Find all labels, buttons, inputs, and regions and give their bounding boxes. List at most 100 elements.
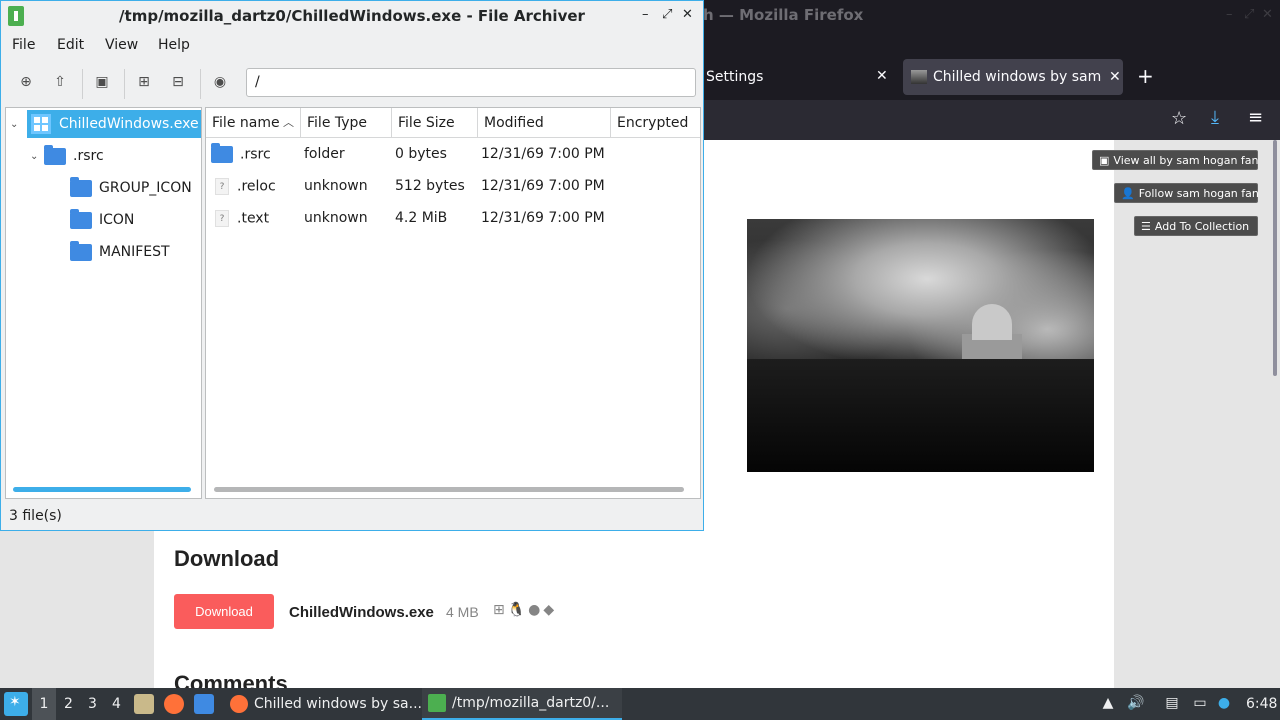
download-button[interactable]: Download [174,594,274,629]
toolbar-separator [200,69,201,99]
download-size: 4 MB [446,604,479,620]
maximize-icon[interactable]: ⤢ [662,7,672,22]
workspace-3[interactable]: 3 [88,696,97,712]
sort-ascending-icon: ︿ [283,116,294,129]
add-folder-icon[interactable]: ⊟ [170,74,186,90]
game-screenshot-image[interactable] [747,219,1094,472]
tab-label: Settings [706,69,764,85]
firefox-window-title: h — Mozilla Firefox [703,6,864,24]
maximize-icon[interactable]: ⤢ [1244,7,1254,22]
list-horizontal-scrollbar[interactable] [214,487,684,492]
column-file-type[interactable]: File Type [301,108,392,138]
download-heading: Download [174,546,280,571]
bookmark-star-icon[interactable]: ☆ [1171,108,1187,129]
tree-item-rsrc[interactable]: ⌄ .rsrc [30,142,104,170]
folder-icon [70,240,92,261]
minimize-icon[interactable]: – [642,7,649,22]
close-tab-icon[interactable]: ✕ [876,68,888,84]
folder-tree: ⌄ ChilledWindows.exe ⌄ .rsrc GROUP_ICON … [5,107,202,499]
folder-icon [44,144,66,165]
workspace-4[interactable]: 4 [112,696,121,712]
cell-modified: 12/31/69 7:00 PM [481,210,605,226]
follow-label: Follow sam hogan fan [1138,186,1259,200]
menu-view[interactable]: View [105,37,138,53]
add-file-icon[interactable]: ⊞ [136,74,152,90]
network-icon[interactable]: ▭ [1191,694,1209,712]
new-tab-icon[interactable]: + [1137,64,1154,88]
firefox-launcher-icon[interactable] [164,694,184,714]
close-icon[interactable]: ✕ [682,7,693,22]
page-scrollbar[interactable] [1270,140,1280,380]
linux-icon: 🐧 [507,602,529,618]
start-menu-icon[interactable] [4,692,28,716]
volume-icon[interactable]: 🔊 [1127,694,1145,712]
table-row[interactable]: .rsrc folder 0 bytes 12/31/69 7:00 PM [206,139,700,171]
cell-name: ? .text [215,210,269,227]
tree-item-group-icon[interactable]: GROUP_ICON [70,174,192,202]
tray-expand-icon[interactable]: ▲ [1099,694,1117,712]
file-manager-launcher-icon[interactable] [134,694,154,714]
cell-type: unknown [304,210,368,226]
platform-icons: ⊞🐧●◆ [493,602,557,618]
apple-icon: ● [528,602,544,618]
column-label: File name [212,115,280,131]
menu-help[interactable]: Help [158,37,190,53]
close-tab-icon[interactable]: ✕ [1109,69,1121,85]
row-name-text: .reloc [237,178,276,195]
tree-item-label: MANIFEST [99,244,170,260]
folder-icon [211,143,233,163]
add-to-collection-button[interactable]: ☰ Add To Collection [1134,216,1258,236]
tree-item-icon[interactable]: ICON [70,206,134,234]
clipboard-icon[interactable]: ▤ [1163,694,1181,712]
menu-edit[interactable]: Edit [57,37,84,53]
hamburger-menu-icon[interactable]: ≡ [1248,107,1263,128]
collapse-arrow-icon[interactable]: ⌄ [30,151,44,162]
path-input[interactable]: / [246,68,696,97]
tab-chilled-windows[interactable]: Chilled windows by sam h ✕ [903,59,1123,95]
task-label: Chilled windows by sa... [254,696,422,712]
tab-settings[interactable]: Settings ✕ [706,59,896,95]
cell-name: ? .reloc [215,178,276,195]
menu-file[interactable]: File [12,37,35,53]
column-encrypted[interactable]: Encrypted [611,108,700,138]
tree-horizontal-scrollbar[interactable] [13,487,191,492]
column-file-name[interactable]: File name ︿ [206,108,301,138]
task-file-archiver[interactable]: /tmp/mozilla_dartz0/... [422,688,622,720]
workspace-2[interactable]: 2 [64,696,73,712]
tree-item-manifest[interactable]: MANIFEST [70,238,170,266]
archiver-titlebar[interactable]: /tmp/mozilla_dartz0/ChilledWindows.exe -… [1,1,703,31]
android-icon: ◆ [543,602,558,618]
stop-icon[interactable]: ◉ [212,74,228,90]
view-all-label: View all by sam hogan fan [1113,153,1259,167]
collapse-arrow-icon[interactable]: ⌄ [10,110,26,138]
notification-icon[interactable]: ● [1215,694,1233,712]
desktop-launcher-icon[interactable] [194,694,214,714]
column-file-size[interactable]: File Size [392,108,478,138]
tree-item-label: ChilledWindows.exe [59,116,199,132]
unknown-file-icon: ? [215,178,229,195]
archive-app-icon [428,694,446,712]
new-archive-icon[interactable]: ⊕ [18,74,34,90]
table-row[interactable]: ? .reloc unknown 512 bytes 12/31/69 7:00 … [206,171,700,203]
view-all-button[interactable]: ▣ View all by sam hogan fan [1092,150,1259,170]
folder-icon [70,208,92,229]
clock[interactable]: 6:48 [1246,696,1277,712]
extract-icon[interactable]: ⇧ [52,74,68,90]
task-firefox[interactable]: Chilled windows by sa... [224,688,422,720]
close-icon[interactable]: ✕ [1262,7,1273,22]
follow-button[interactable]: 👤 Follow sam hogan fan [1114,183,1259,203]
file-archiver-window: /tmp/mozilla_dartz0/ChilledWindows.exe -… [0,0,704,531]
tree-item-label: GROUP_ICON [99,180,192,196]
minimize-icon[interactable]: – [1226,7,1233,22]
downloads-icon[interactable]: ⤓ [1211,107,1219,128]
add-collection-label: Add To Collection [1154,219,1250,233]
cell-type: unknown [304,178,368,194]
table-row[interactable]: ? .text unknown 4.2 MiB 12/31/69 7:00 PM [206,203,700,235]
column-modified[interactable]: Modified [478,108,611,138]
windows-exe-icon [31,114,51,134]
cell-size: 4.2 MiB [395,210,448,226]
workspace-1[interactable]: 1 [32,688,56,720]
archive-box-icon[interactable]: ▣ [94,74,110,90]
unknown-file-icon: ? [215,210,229,227]
tree-item-root[interactable]: ChilledWindows.exe [27,110,201,138]
